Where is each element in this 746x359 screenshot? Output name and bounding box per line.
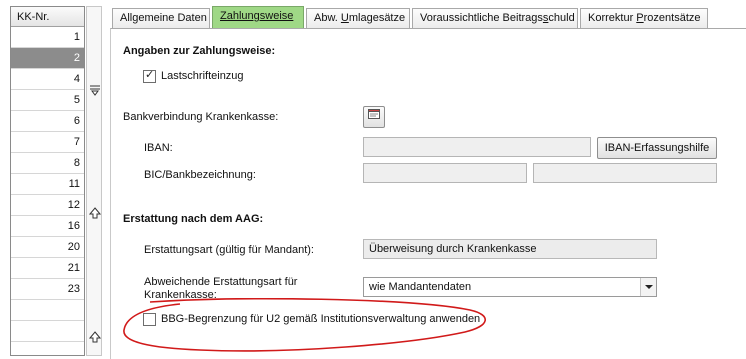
iban-label: IBAN: — [144, 142, 173, 154]
tab-abw-umlagesaetze[interactable]: Abw. Umlagesätze — [306, 8, 410, 28]
card-icon — [368, 109, 380, 119]
tab-label-part: rozentsätze — [643, 12, 701, 24]
iban-erfassungshilfe-button[interactable]: IBAN-Erfassungshilfe — [597, 137, 717, 159]
kk-list-row[interactable] — [11, 321, 84, 342]
abweichend-select[interactable]: wie Mandantendaten — [363, 277, 657, 297]
lastschrift-checkbox[interactable]: ✓ — [143, 69, 156, 83]
iban-input[interactable] — [363, 137, 591, 157]
scroll-page-down-icon[interactable] — [89, 85, 101, 97]
kk-list-row[interactable]: 2 — [11, 48, 84, 69]
tab-label-part: Abw. — [314, 12, 341, 24]
tab-label: Allgemeine Daten — [120, 12, 207, 24]
bic-input[interactable] — [363, 163, 527, 183]
bank-label: Bankverbindung Krankenkasse: — [123, 111, 279, 123]
kk-list-scroll-controls — [86, 6, 102, 356]
bic-label: BIC/Bankbezeichnung: — [144, 169, 256, 181]
tab-zahlungsweise[interactable]: Zahlungsweise — [212, 6, 304, 29]
abweichend-label-line1: Abweichende Erstattungsart für — [144, 276, 298, 288]
section-title-aag: Erstattung nach dem AAG: — [123, 213, 264, 225]
tab-voraussichtliche-beitragsschuld[interactable]: Voraussichtliche Beitragsschuld — [412, 8, 578, 28]
tab-bar: Allgemeine Daten Zahlungsweise Abw. Umla… — [110, 6, 740, 29]
kk-list-row[interactable]: 4 — [11, 69, 84, 90]
kk-list-row[interactable]: 11 — [11, 174, 84, 195]
tab-allgemeine-daten[interactable]: Allgemeine Daten — [112, 8, 210, 28]
tab-label-part: chuld — [548, 12, 575, 24]
kk-list-row[interactable] — [11, 300, 84, 321]
dropdown-toggle[interactable] — [640, 278, 656, 296]
tab-label-part: Korrektur — [588, 12, 637, 24]
kk-list-row[interactable]: 21 — [11, 258, 84, 279]
kk-list-row[interactable]: 8 — [11, 153, 84, 174]
kk-list-row[interactable]: 7 — [11, 132, 84, 153]
checkmark-icon: ✓ — [145, 69, 155, 81]
chevron-down-icon — [645, 285, 653, 289]
kk-list-rows: 1 2 4 5 6 7 8 11 12 16 20 21 23 — [11, 27, 84, 359]
bank-lookup-button[interactable] — [363, 106, 385, 128]
kk-list-row[interactable]: 5 — [11, 90, 84, 111]
kk-list-row[interactable]: 1 — [11, 27, 84, 48]
scroll-up-icon[interactable] — [89, 207, 101, 219]
tab-korrektur-prozentsaetze[interactable]: Korrektur Prozentsätze — [580, 8, 708, 28]
kk-list-row[interactable]: 23 — [11, 279, 84, 300]
kk-number-list[interactable]: KK-Nr. 1 2 4 5 6 7 8 11 12 16 20 21 23 — [10, 6, 85, 356]
scroll-top-icon[interactable] — [89, 331, 101, 343]
kk-list-row[interactable]: 16 — [11, 216, 84, 237]
annotation-ellipse — [123, 298, 486, 352]
kk-list-row[interactable] — [11, 342, 84, 359]
kk-list-row[interactable]: 20 — [11, 237, 84, 258]
kk-list-row[interactable]: 12 — [11, 195, 84, 216]
kk-list-row[interactable]: 6 — [11, 111, 84, 132]
tab-label-accesskey: P — [636, 12, 644, 24]
erstattungsart-label: Erstattungsart (gültig für Mandant): — [144, 244, 314, 256]
erstattungsart-value: Überweisung durch Krankenkasse — [363, 239, 657, 259]
tab-label-part: Voraussichtliche Beitrags — [420, 12, 543, 24]
tab-label-accesskey: U — [340, 12, 349, 24]
section-title-zahlungsweise: Angaben zur Zahlungsweise: — [123, 45, 276, 57]
lastschrift-label: Lastschrifteinzug — [161, 70, 244, 82]
abweichend-select-value: wie Mandantendaten — [369, 281, 472, 293]
tab-label: Zahlungsweise — [220, 10, 294, 22]
bankname-input[interactable] — [533, 163, 717, 183]
kk-list-header: KK-Nr. — [11, 7, 84, 27]
tab-label-part: mlagesätze — [348, 12, 406, 24]
